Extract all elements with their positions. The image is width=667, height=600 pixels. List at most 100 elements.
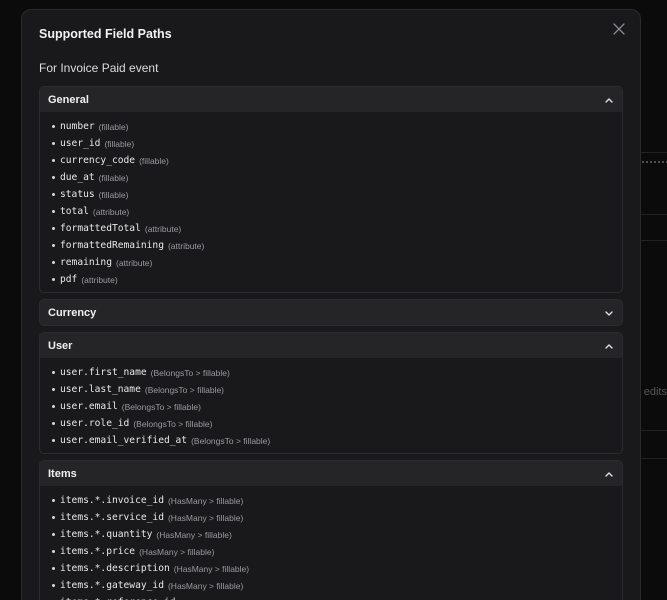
field-kind: (HasMany > fillable) bbox=[173, 563, 250, 574]
field-kind: (BelongsTo > fillable) bbox=[144, 384, 225, 395]
background-divider bbox=[641, 214, 667, 215]
field-kind: (fillable) bbox=[98, 189, 129, 200]
bullet-icon bbox=[52, 142, 55, 145]
field-item: items.*.description (HasMany > fillable) bbox=[52, 560, 612, 577]
field-kind: (HasMany > fillable) bbox=[167, 580, 244, 591]
field-path: user.last_name bbox=[60, 384, 141, 395]
bullet-icon bbox=[52, 499, 55, 502]
bullet-icon bbox=[52, 584, 55, 587]
chevron-up-icon[interactable] bbox=[604, 95, 614, 105]
field-path: user_id bbox=[60, 138, 101, 149]
field-item: number (fillable) bbox=[52, 118, 612, 135]
field-item: formattedTotal (attribute) bbox=[52, 220, 612, 237]
field-kind: (BelongsTo > fillable) bbox=[121, 401, 201, 412]
field-kind: (fillable) bbox=[139, 155, 169, 166]
chevron-up-icon[interactable] bbox=[604, 341, 614, 351]
field-item: user.first_name (BelongsTo > fillable) bbox=[52, 364, 612, 381]
chevron-up-icon[interactable] bbox=[604, 469, 614, 479]
modal-title: Supported Field Paths bbox=[39, 27, 172, 41]
bullet-icon bbox=[52, 125, 55, 128]
field-item: total (attribute) bbox=[52, 203, 612, 220]
field-path: remaining bbox=[60, 257, 112, 268]
field-kind: (attribute) bbox=[115, 257, 153, 268]
field-path: formattedRemaining bbox=[60, 240, 164, 251]
field-kind: (HasMany > fillable) bbox=[156, 529, 232, 540]
section-currency: Currency bbox=[39, 299, 623, 326]
field-path: items.*.quantity bbox=[60, 529, 153, 540]
field-path: number bbox=[60, 121, 95, 132]
bullet-icon bbox=[52, 278, 55, 281]
field-kind: (attribute) bbox=[144, 223, 182, 234]
field-kind: (fillable) bbox=[98, 121, 129, 132]
field-kind: (fillable) bbox=[98, 172, 129, 183]
section-title: Items bbox=[48, 467, 77, 480]
background-divider bbox=[641, 152, 667, 153]
bullet-icon bbox=[52, 159, 55, 162]
field-path: formattedTotal bbox=[60, 223, 141, 234]
bullet-icon bbox=[52, 261, 55, 264]
bullet-icon bbox=[52, 388, 55, 391]
field-path: items.*.invoice_id bbox=[60, 495, 164, 506]
bullet-icon bbox=[52, 210, 55, 213]
field-item: user.email_verified_at (BelongsTo > filla… bbox=[52, 432, 612, 449]
bullet-icon bbox=[52, 371, 55, 374]
section-header-general[interactable]: General bbox=[40, 87, 622, 112]
field-kind: (BelongsTo > fillable) bbox=[133, 418, 213, 429]
bullet-icon bbox=[52, 227, 55, 230]
field-item: status (fillable) bbox=[52, 186, 612, 203]
bullet-icon bbox=[52, 567, 55, 570]
field-path: status bbox=[60, 189, 95, 200]
field-path: pdf bbox=[60, 274, 78, 285]
section-header-items[interactable]: Items bbox=[40, 461, 622, 486]
bullet-icon bbox=[52, 244, 55, 247]
field-item: formattedRemaining (attribute) bbox=[52, 237, 612, 254]
bullet-icon bbox=[52, 405, 55, 408]
chevron-down-icon[interactable] bbox=[604, 308, 614, 318]
field-path: items.*.service_id bbox=[60, 512, 164, 523]
field-item: items.*.quantity (HasMany > fillable) bbox=[52, 526, 612, 543]
bullet-icon bbox=[52, 193, 55, 196]
field-path: currency_code bbox=[60, 155, 136, 166]
section-body-user: user.first_name (BelongsTo > fillable) use… bbox=[40, 358, 622, 453]
background-divider bbox=[641, 240, 667, 241]
section-title: Currency bbox=[48, 306, 97, 319]
section-list: General number (fillable) user_id (fillable)… bbox=[39, 86, 623, 600]
field-item: remaining (attribute) bbox=[52, 254, 612, 271]
bullet-icon bbox=[52, 176, 55, 179]
close-button[interactable] bbox=[612, 22, 626, 36]
field-kind: (attribute) bbox=[81, 274, 118, 285]
field-item: items.*.invoice_id (HasMany > fillable) bbox=[52, 492, 612, 509]
field-path: due_at bbox=[60, 172, 95, 183]
field-kind: (HasMany > fillable) bbox=[167, 495, 244, 506]
field-path: user.email_verified_at bbox=[60, 435, 188, 446]
background-text: edits bbox=[643, 386, 667, 398]
field-kind: (attribute) bbox=[92, 206, 130, 217]
section-title: General bbox=[48, 93, 89, 106]
field-kind: (HasMany > fillable) bbox=[167, 512, 244, 523]
field-item: user.last_name (BelongsTo > fillable) bbox=[52, 381, 612, 398]
field-item: pdf (attribute) bbox=[52, 271, 612, 288]
field-kind: (BelongsTo > fillable) bbox=[150, 367, 230, 378]
field-item: items.*.gateway_id (HasMany > fillable) bbox=[52, 577, 612, 594]
field-path: user.role_id bbox=[60, 418, 130, 429]
field-item: items.*.service_id (HasMany > fillable) bbox=[52, 509, 612, 526]
field-path: items.*.gateway_id bbox=[60, 580, 164, 591]
close-icon[interactable] bbox=[612, 22, 626, 36]
section-items: Items items.*.invoice_id (HasMany > fillab… bbox=[39, 460, 623, 600]
section-body-items: items.*.invoice_id (HasMany > fillable) it… bbox=[40, 486, 622, 600]
field-item: currency_code (fillable) bbox=[52, 152, 612, 169]
section-user: User user.first_name (BelongsTo > fillable… bbox=[39, 332, 623, 454]
field-item: user_id (fillable) bbox=[52, 135, 612, 152]
field-path: total bbox=[60, 206, 89, 217]
bullet-icon bbox=[52, 439, 55, 442]
field-item: due_at (fillable) bbox=[52, 169, 612, 186]
field-kind: (fillable) bbox=[104, 138, 135, 149]
field-paths-modal: Supported Field Paths For Invoice Paid e… bbox=[21, 9, 641, 600]
field-kind: (attribute) bbox=[167, 240, 205, 251]
field-kind: (HasMany > fillable) bbox=[139, 546, 215, 557]
field-path: items.*.description bbox=[60, 563, 170, 574]
background-dots bbox=[641, 160, 667, 164]
section-header-user[interactable]: User bbox=[40, 333, 622, 358]
section-header-currency[interactable]: Currency bbox=[40, 300, 622, 325]
field-path: user.email bbox=[60, 401, 118, 412]
